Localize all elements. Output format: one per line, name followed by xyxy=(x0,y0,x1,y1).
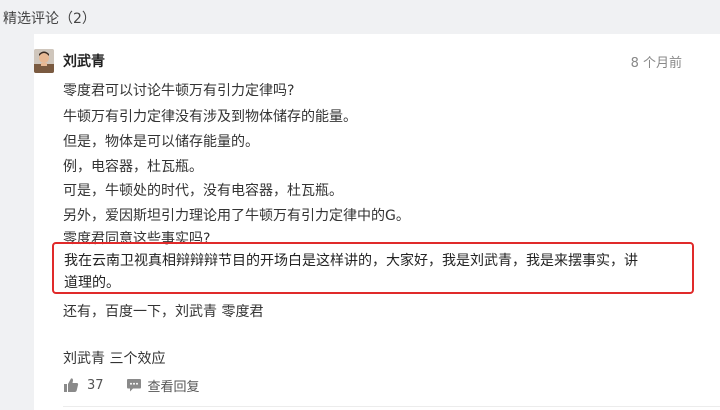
comment-card: 刘武青 8 个月前 零度君可以讨论牛顿万有引力定律吗? 牛顿万有引力定律没有涉及… xyxy=(34,34,720,410)
view-replies-button[interactable]: 查看回复 xyxy=(126,376,200,395)
comment-timestamp: 8 个月前 xyxy=(630,56,682,71)
section-title: 精选评论（2） xyxy=(3,11,96,27)
comments-section-header: 精选评论（2） xyxy=(0,0,720,34)
comment-line-3: 但是，物体是可以储存能量的。 xyxy=(63,134,259,150)
like-count: 37 xyxy=(87,377,104,393)
highlight-line-2: 道理的。 xyxy=(64,275,120,291)
comment-line-1: 零度君可以讨论牛顿万有引力定律吗? xyxy=(63,83,295,99)
comment-line-6: 另外，爱因斯坦引力理论用了牛顿万有引力定律中的G。 xyxy=(63,208,410,224)
comment-line-2: 牛顿万有引力定律没有涉及到物体储存的能量。 xyxy=(63,109,357,125)
avatar[interactable] xyxy=(34,49,54,73)
comment-line-after-1: 还有，百度一下，刘武青 零度君 xyxy=(63,304,264,320)
highlight-line-1: 我在云南卫视真相辩辩辩节目的开场白是这样讲的，大家好，我是刘武青，我是来摆事实，… xyxy=(64,253,638,269)
comment-line-4: 例，电容器，杜瓦瓶。 xyxy=(63,159,203,175)
view-replies-label: 查看回复 xyxy=(147,379,200,395)
divider xyxy=(63,406,720,407)
highlighted-passage: 我在云南卫视真相辩辩辩节目的开场白是这样讲的，大家好，我是刘武青，我是来摆事实，… xyxy=(52,242,694,294)
comment-line-after-3: 刘武青 三个效应 xyxy=(63,351,166,367)
speech-bubble-icon xyxy=(126,377,142,393)
author-name[interactable]: 刘武青 xyxy=(63,51,105,71)
thumbs-up-icon[interactable] xyxy=(63,377,79,393)
comment-actions: 37 查看回复 xyxy=(63,375,200,395)
comment-line-5: 可是，牛顿处的时代，没有电容器，杜瓦瓶。 xyxy=(63,183,343,199)
avatar-image xyxy=(34,49,54,73)
